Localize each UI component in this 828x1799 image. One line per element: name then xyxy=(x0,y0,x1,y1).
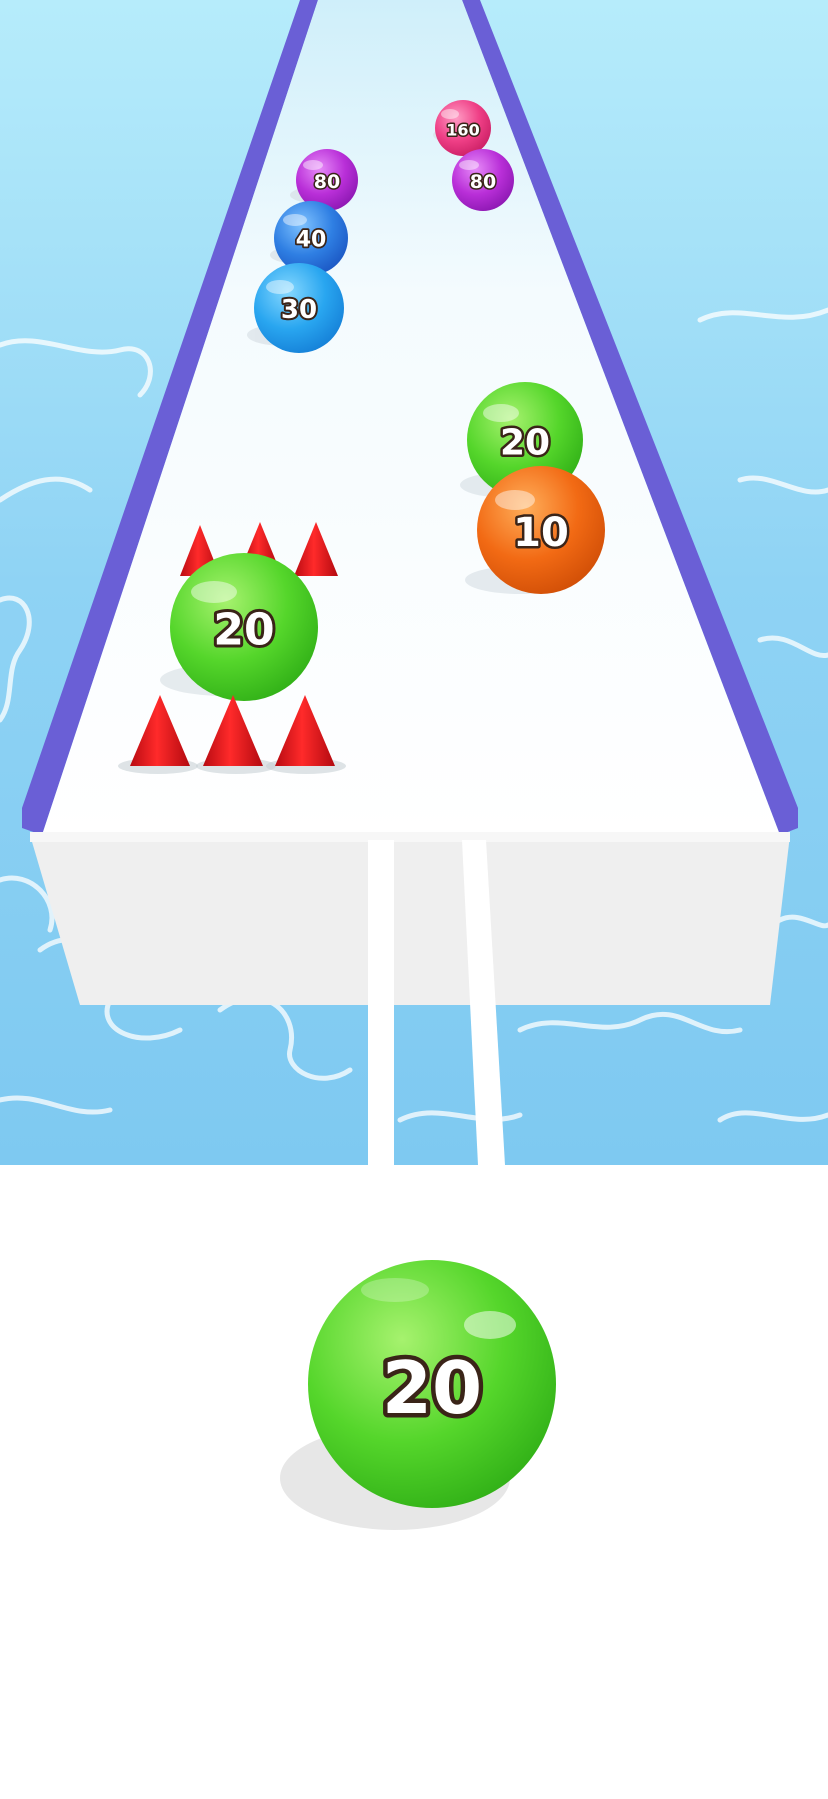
player-ball[interactable]: 20 xyxy=(308,1260,556,1508)
ball-value: 20 xyxy=(213,605,274,656)
track-ball: 160 xyxy=(435,100,491,156)
track-ball: 20 xyxy=(170,553,318,701)
ball-value: 80 xyxy=(470,171,496,193)
track-ball: 80 xyxy=(452,149,514,211)
ball-value: 10 xyxy=(513,510,569,556)
ball-value: 160 xyxy=(446,121,479,140)
player-ball-value: 20 xyxy=(382,1346,482,1430)
game-scene: 160 80 80 40 30 20 10 20 xyxy=(0,0,828,1165)
track-ball: 30 xyxy=(254,263,344,353)
track-edge xyxy=(30,832,790,842)
track-front-face xyxy=(30,835,790,1005)
player-area[interactable]: 20 xyxy=(0,1165,828,1795)
ball-value: 40 xyxy=(296,228,327,253)
ball-value: 20 xyxy=(500,423,550,464)
track-ball: 10 xyxy=(477,466,605,594)
lane-divider-left xyxy=(368,840,394,1165)
ball-value: 80 xyxy=(314,171,340,193)
ball-value: 30 xyxy=(281,295,317,325)
track-ball: 40 xyxy=(274,201,348,275)
